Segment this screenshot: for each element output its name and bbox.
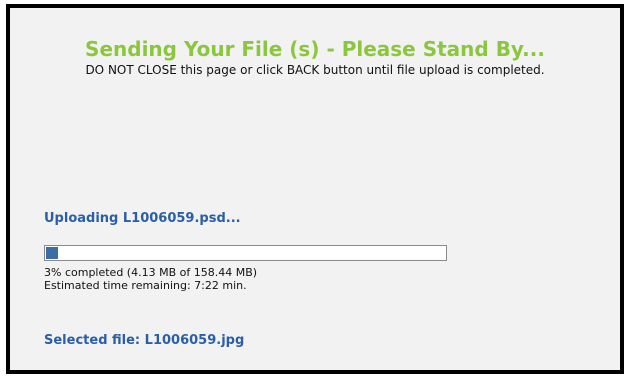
upload-completed-status: 3% completed (4.13 MB of 158.44 MB) [44, 266, 258, 279]
do-not-close-warning: DO NOT CLOSE this page or click BACK but… [85, 63, 545, 77]
upload-progress-panel: Sending Your File (s) - Please Stand By.… [6, 4, 624, 374]
upload-progress-bar [44, 245, 447, 261]
uploading-filename: Uploading L1006059.psd... [44, 211, 241, 226]
upload-progress-fill [46, 247, 58, 259]
page-title: Sending Your File (s) - Please Stand By.… [85, 37, 545, 61]
selected-file-label: Selected file: L1006059.jpg [44, 333, 245, 348]
estimated-time-remaining: Estimated time remaining: 7:22 min. [44, 279, 247, 292]
